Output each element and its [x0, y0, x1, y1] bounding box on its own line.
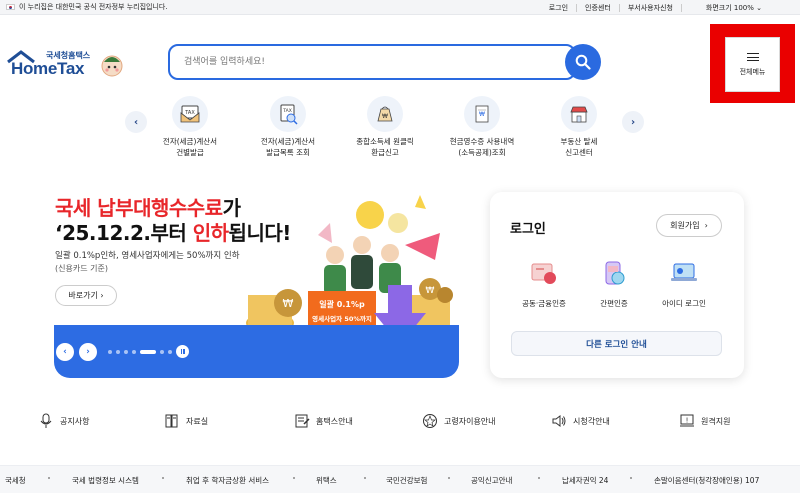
- refund-bag-icon: ₩: [367, 96, 403, 132]
- hero-illustration: ₩ ₩ 일괄 0.1%p 영세사업자 50%까지: [240, 185, 460, 345]
- carousel-dot[interactable]: [108, 350, 112, 354]
- site-link[interactable]: 납세자권익 24: [562, 475, 608, 486]
- separator-dot: [162, 477, 164, 479]
- svg-text:영세사업자 50%까지: 영세사업자 50%까지: [312, 314, 372, 323]
- certificate-icon: [528, 260, 560, 288]
- quick-menu-income-refund[interactable]: ₩ 종합소득세 원클릭 환급신고: [340, 96, 430, 158]
- signup-button[interactable]: 회원가입 ›: [656, 214, 722, 237]
- mascot-icon: [101, 55, 123, 77]
- login-option-id[interactable]: 아이디 로그인: [649, 260, 719, 309]
- quick-menu-invoice-issue[interactable]: TAX 전자(세금)계산서 건별발급: [145, 96, 235, 158]
- hero-subtitle: 일괄 0.1%p인하, 영세사업자에게는 50%까지 인하: [55, 251, 240, 261]
- site-link[interactable]: 공익신고안내: [471, 475, 512, 486]
- senior-icon: [421, 413, 438, 430]
- separator-dot: [538, 477, 540, 479]
- remote-support-link[interactable]: ! 원격지원: [678, 411, 730, 431]
- guide-icon: [293, 413, 310, 430]
- login-option-simple[interactable]: 간편인증: [579, 260, 649, 309]
- separator-dot: [293, 477, 295, 479]
- utility-dept-user-link[interactable]: 부서사용자신청: [618, 3, 673, 12]
- senior-guide-link[interactable]: 고령자이용안내: [421, 411, 496, 431]
- separator-dot: [448, 477, 450, 479]
- svg-text:!: !: [685, 417, 688, 425]
- svg-text:TAX: TAX: [282, 108, 292, 114]
- gov-banner-text: 이 누리집은 대한민국 공식 전자정부 누리집입니다.: [19, 3, 168, 11]
- carousel-control-bar: [54, 325, 459, 378]
- site-link[interactable]: 국민건강보험: [386, 475, 427, 486]
- store-icon: [561, 96, 597, 132]
- utility-zoom-select[interactable]: 화면크기 100% ⌄: [680, 3, 762, 12]
- audiovisual-guide-link[interactable]: 시청각안내: [550, 411, 610, 431]
- site-link[interactable]: 국세청: [5, 475, 26, 486]
- archive-icon: [163, 413, 180, 430]
- remote-icon: !: [678, 413, 695, 430]
- carousel-dot[interactable]: [116, 350, 120, 354]
- other-login-guide-button[interactable]: 다른 로그인 안내: [511, 331, 722, 356]
- carousel-prev-button[interactable]: ‹: [56, 343, 74, 361]
- hometax-page: 이 누리집은 대한민국 공식 전자정부 누리집입니다. 로그인 인증센터 부서사…: [0, 0, 800, 500]
- gov-banner: 이 누리집은 대한민국 공식 전자정부 누리집입니다. 로그인 인증센터 부서사…: [0, 0, 800, 15]
- quick-menu-next-button[interactable]: ›: [622, 111, 644, 133]
- svg-text:일괄 0.1%p: 일괄 0.1%p: [319, 299, 365, 309]
- korea-flag-icon: [6, 4, 15, 10]
- phone-auth-icon: [598, 260, 630, 288]
- invoice-list-icon: TAX: [270, 96, 306, 132]
- separator-dot: [48, 477, 50, 479]
- svg-text:₩: ₩: [426, 286, 435, 296]
- carousel-next-button[interactable]: ›: [79, 343, 97, 361]
- utility-login-link[interactable]: 로그인: [541, 4, 568, 12]
- hamburger-icon: [746, 52, 759, 61]
- speaker-icon: [550, 413, 567, 430]
- carousel-dot[interactable]: [124, 350, 128, 354]
- separator-dot: [364, 477, 366, 479]
- hero-note: (신용카드 기준): [55, 264, 108, 273]
- microphone-icon: [37, 413, 54, 430]
- quick-menu-invoice-list[interactable]: TAX 전자(세금)계산서 발급목록 조회: [243, 96, 333, 158]
- site-link[interactable]: 취업 후 학자금상환 서비스: [186, 475, 269, 486]
- login-title: 로그인: [510, 222, 546, 237]
- carousel-pause-button[interactable]: [176, 345, 189, 358]
- separator-dot: [630, 477, 632, 479]
- invoice-tax-icon: TAX: [172, 96, 208, 132]
- svg-text:₩: ₩: [479, 111, 485, 118]
- site-link[interactable]: 국세 법령정보 시스템: [72, 475, 139, 486]
- utility-links: 로그인 인증센터 부서사용자신청 화면크기 100% ⌄: [533, 0, 762, 15]
- svg-text:TAX: TAX: [184, 110, 195, 116]
- carousel-dot[interactable]: [160, 350, 164, 354]
- carousel-dot[interactable]: [168, 350, 172, 354]
- svg-text:₩: ₩: [283, 297, 294, 310]
- carousel-dot-active[interactable]: [140, 350, 156, 354]
- login-option-certificate[interactable]: 공동·금융인증: [509, 260, 579, 309]
- receipt-icon: ₩: [464, 96, 500, 132]
- utility-cert-center-link[interactable]: 인증센터: [576, 3, 611, 12]
- search-input[interactable]: [170, 46, 574, 78]
- search-box: [168, 44, 576, 80]
- archive-link[interactable]: 자료실: [163, 411, 208, 431]
- notice-link[interactable]: 공지사항: [37, 411, 89, 431]
- search-button[interactable]: [565, 44, 601, 80]
- quick-menu-prev-button[interactable]: ‹: [125, 111, 147, 133]
- quick-menu-real-estate-report[interactable]: 부동산 탈세 신고센터: [534, 96, 624, 158]
- svg-text:₩: ₩: [382, 113, 388, 120]
- hero-more-button[interactable]: 바로가기 ›: [55, 285, 117, 306]
- hometax-logo[interactable]: 국세청홈택스 HomeTax: [6, 46, 123, 86]
- site-link[interactable]: 위택스: [316, 475, 337, 486]
- hometax-guide-link[interactable]: 홈택스안내: [293, 411, 353, 431]
- carousel-dot[interactable]: [132, 350, 136, 354]
- search-icon: [575, 54, 591, 70]
- laptop-id-icon: [668, 260, 700, 288]
- quick-menu-cash-receipt[interactable]: ₩ 현금영수증 사용내역 (소득공제)조회: [437, 96, 527, 158]
- full-menu-button[interactable]: 전체메뉴: [725, 37, 780, 92]
- site-link[interactable]: 손말이음센터(청각장애인용) 107: [654, 475, 759, 486]
